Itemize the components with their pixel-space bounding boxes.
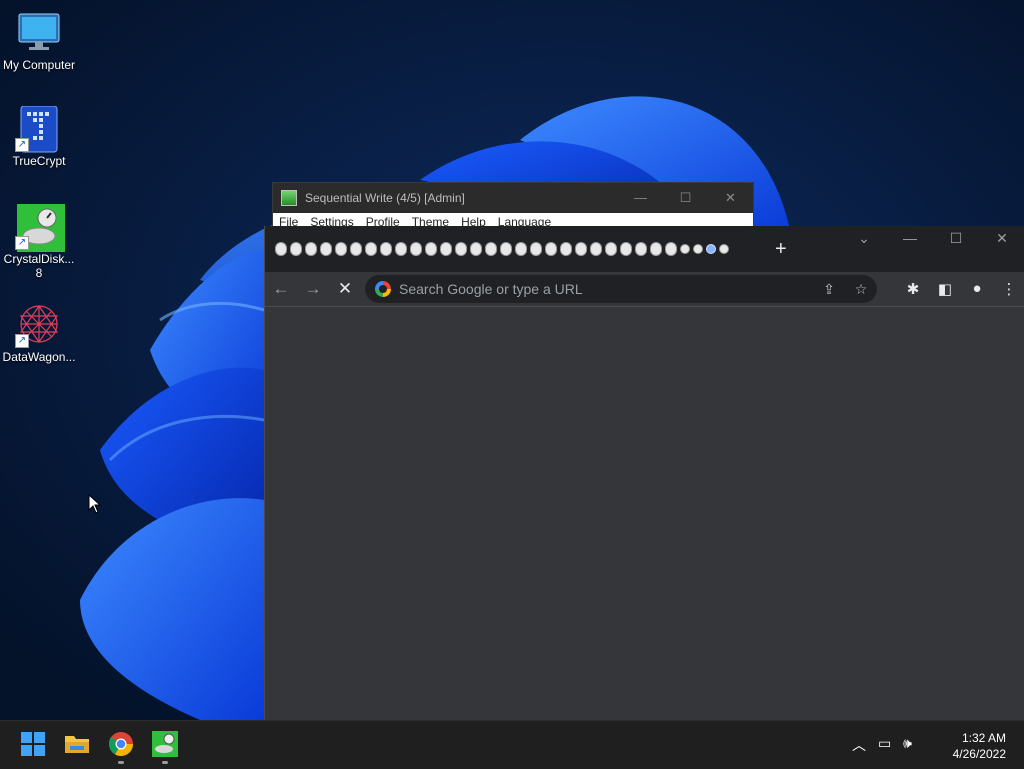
browser-tab[interactable] bbox=[620, 242, 632, 256]
omnibox-placeholder[interactable]: Search Google or type a URL bbox=[399, 281, 813, 297]
close-button[interactable]: ✕ bbox=[708, 190, 753, 206]
running-indicator bbox=[162, 761, 168, 764]
taskbar-clock[interactable]: 1:32 AM 4/26/2022 bbox=[953, 730, 1006, 762]
shortcut-arrow-icon: ↗ bbox=[15, 236, 29, 250]
shortcut-arrow-icon: ↗ bbox=[15, 138, 29, 152]
new-tab-button[interactable]: + bbox=[775, 238, 787, 261]
browser-toolbar: ← → ✕ Search Google or type a URL ⇪ ☆ ✱ … bbox=[265, 272, 1024, 306]
desktop-icon-label: DataWagon... bbox=[2, 350, 76, 364]
crystaldisk-taskbar-button[interactable] bbox=[152, 731, 178, 764]
folder-icon bbox=[65, 736, 89, 753]
google-g-icon bbox=[375, 281, 391, 297]
minimize-button[interactable]: — bbox=[618, 190, 663, 206]
show-hidden-icons-chevron-icon[interactable]: ︿ bbox=[852, 735, 866, 755]
browser-tab[interactable] bbox=[425, 242, 437, 256]
browser-tab[interactable] bbox=[693, 244, 703, 254]
desktop-icon-label: My Computer bbox=[2, 58, 76, 72]
desktop-icon-label-line2: 8 bbox=[35, 266, 43, 280]
browser-tab[interactable] bbox=[650, 242, 662, 256]
omnibox[interactable]: Search Google or type a URL ⇪ ☆ bbox=[365, 275, 877, 303]
crystaldisk-icon bbox=[152, 731, 178, 757]
browser-tab[interactable] bbox=[530, 242, 542, 256]
window-titlebar[interactable]: Sequential Write (4/5) [Admin] — ☐ ✕ bbox=[273, 183, 753, 213]
browser-tab[interactable] bbox=[665, 242, 677, 256]
browser-tab[interactable] bbox=[575, 242, 587, 256]
volume-icon[interactable]: 🕪 bbox=[903, 735, 912, 755]
clock-date: 4/26/2022 bbox=[952, 747, 1006, 761]
desktop-icon-my-computer[interactable]: My Computer bbox=[0, 0, 78, 72]
close-button[interactable]: ✕ bbox=[979, 230, 1024, 247]
browser-tab[interactable] bbox=[350, 242, 362, 256]
browser-tab[interactable] bbox=[605, 242, 617, 256]
tabs-container bbox=[275, 242, 729, 256]
browser-tab[interactable] bbox=[635, 242, 647, 256]
browser-tab[interactable] bbox=[470, 242, 482, 256]
share-icon[interactable]: ⇪ bbox=[813, 281, 845, 298]
chrome-icon bbox=[109, 732, 133, 757]
start-button[interactable] bbox=[20, 731, 46, 757]
chrome-window[interactable]: + ⌄ — ☐ ✕ ← → ✕ Search Google or type a … bbox=[264, 226, 1024, 720]
browser-tab[interactable] bbox=[365, 242, 377, 256]
profile-avatar-icon[interactable]: ● bbox=[961, 280, 993, 298]
running-indicator bbox=[118, 761, 124, 764]
browser-tab[interactable] bbox=[320, 242, 332, 256]
desktop-icon-crystaldisk[interactable]: ↗ CrystalDisk... 8 bbox=[0, 194, 78, 280]
bookmark-star-icon[interactable]: ☆ bbox=[845, 281, 877, 298]
menu-kebab-icon[interactable]: ⋮ bbox=[993, 280, 1024, 298]
tab-strip: + ⌄ — ☐ ✕ bbox=[265, 226, 1024, 272]
browser-tab[interactable] bbox=[590, 242, 602, 256]
desktop-icon-datawagon[interactable]: ↗ DataWagon... bbox=[0, 292, 78, 364]
browser-tab[interactable] bbox=[380, 242, 392, 256]
browser-tab[interactable] bbox=[440, 242, 452, 256]
forward-arrow-icon[interactable]: → bbox=[297, 279, 329, 299]
tab-search-chevron-icon[interactable]: ⌄ bbox=[841, 230, 887, 247]
maximize-button[interactable]: ☐ bbox=[933, 230, 979, 247]
desktop-icon-label: TrueCrypt bbox=[12, 154, 66, 168]
side-panel-icon[interactable]: ◧ bbox=[929, 280, 961, 298]
stop-loading-icon[interactable]: ✕ bbox=[329, 279, 361, 299]
system-tray: ︿ ▭ 🕪 bbox=[852, 735, 912, 755]
taskbar: ︿ ▭ 🕪 1:32 AM 4/26/2022 bbox=[0, 720, 1024, 769]
windows-logo-icon bbox=[21, 732, 45, 756]
browser-tab[interactable] bbox=[395, 242, 407, 256]
mouse-cursor-icon bbox=[88, 493, 102, 519]
shortcut-arrow-icon: ↗ bbox=[15, 334, 29, 348]
browser-tab[interactable] bbox=[455, 242, 467, 256]
network-icon[interactable]: ▭ bbox=[878, 735, 891, 755]
browser-tab[interactable] bbox=[545, 242, 557, 256]
desktop-icon-truecrypt[interactable]: ↗ TrueCrypt bbox=[0, 96, 78, 168]
browser-tab[interactable] bbox=[515, 242, 527, 256]
clock-time: 1:32 AM bbox=[961, 731, 1006, 745]
datawagon-icon: ↗ bbox=[15, 302, 61, 348]
window-title: Sequential Write (4/5) [Admin] bbox=[305, 191, 465, 205]
browser-tab[interactable] bbox=[290, 242, 302, 256]
browser-tab[interactable] bbox=[719, 244, 729, 254]
maximize-button[interactable]: ☐ bbox=[663, 190, 708, 206]
browser-tab[interactable] bbox=[485, 242, 497, 256]
truecrypt-icon: ↗ bbox=[15, 105, 61, 153]
browser-tab[interactable] bbox=[275, 242, 287, 256]
back-arrow-icon[interactable]: ← bbox=[265, 279, 297, 299]
browser-tab[interactable] bbox=[335, 242, 347, 256]
file-explorer-button[interactable] bbox=[64, 731, 90, 757]
crystaldisk-icon: ↗ bbox=[15, 204, 65, 252]
crystaldisk-app-icon bbox=[281, 190, 297, 206]
browser-tab[interactable] bbox=[706, 244, 716, 254]
extensions-puzzle-icon[interactable]: ✱ bbox=[897, 280, 929, 298]
browser-tab[interactable] bbox=[500, 242, 512, 256]
minimize-button[interactable]: — bbox=[887, 230, 933, 247]
page-content-area[interactable] bbox=[265, 306, 1024, 720]
browser-tab[interactable] bbox=[305, 242, 317, 256]
browser-tab[interactable] bbox=[560, 242, 572, 256]
monitor-icon bbox=[17, 10, 61, 54]
browser-tab[interactable] bbox=[410, 242, 422, 256]
chrome-taskbar-button[interactable] bbox=[108, 731, 134, 764]
desktop-icon-label-line1: CrystalDisk... bbox=[3, 252, 75, 266]
browser-tab[interactable] bbox=[680, 244, 690, 254]
crystaldiskmark-window[interactable]: Sequential Write (4/5) [Admin] — ☐ ✕ Fil… bbox=[272, 182, 754, 230]
